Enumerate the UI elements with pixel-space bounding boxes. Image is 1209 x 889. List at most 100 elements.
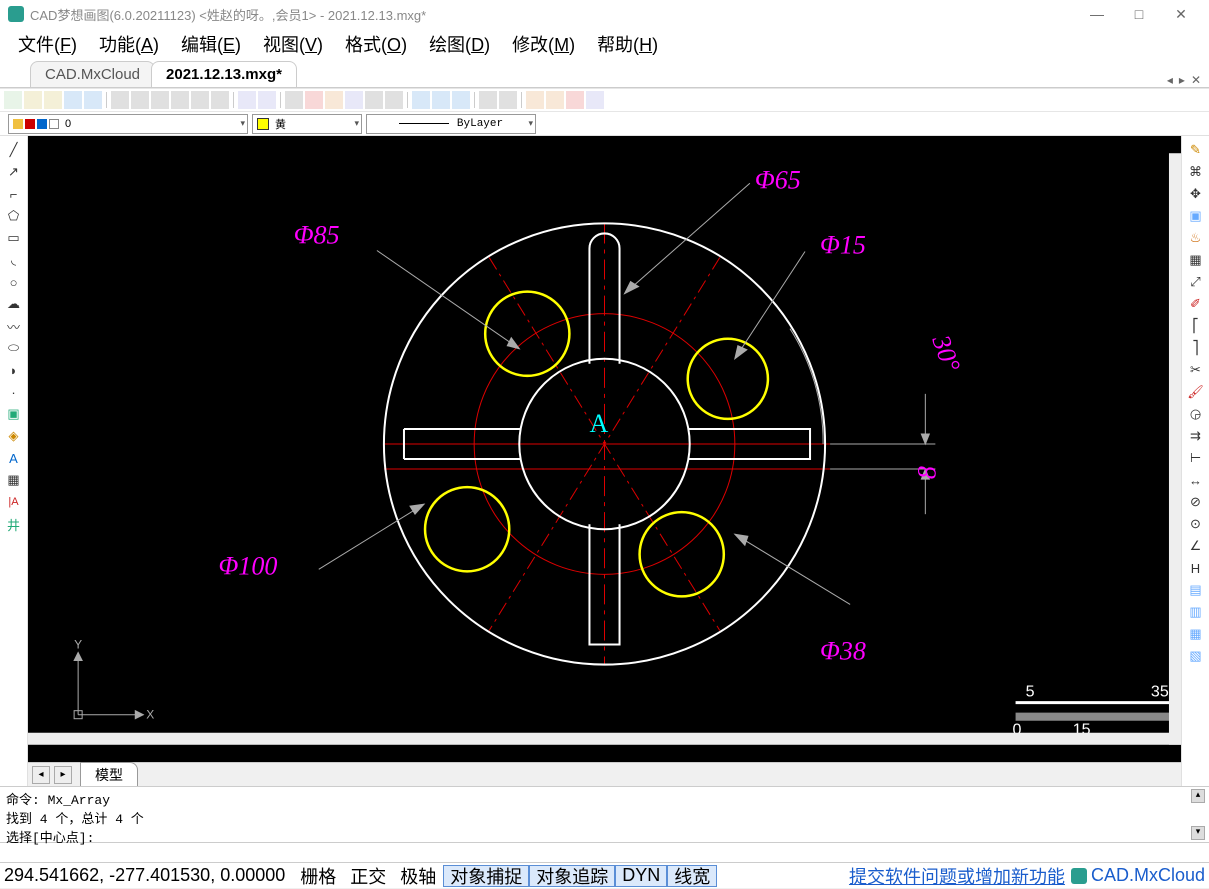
menu-modify[interactable]: 修改(M) (502, 29, 585, 59)
mtext-icon[interactable]: |A (4, 492, 24, 512)
export-icon[interactable] (586, 91, 604, 109)
tab-cloud[interactable]: CAD.MxCloud (30, 61, 155, 87)
point-icon[interactable]: · (4, 382, 24, 402)
image-icon[interactable] (546, 91, 564, 109)
break-icon[interactable]: ✂ (1186, 360, 1206, 380)
dim-linear-icon[interactable]: ⊢ (1186, 448, 1206, 468)
polyline-icon[interactable]: ⌐ (4, 184, 24, 204)
cmd-scroll-up-icon[interactable]: ▴ (1191, 789, 1205, 803)
rectangle-icon[interactable]: ▭ (4, 228, 24, 248)
zoom-window-icon[interactable] (211, 91, 229, 109)
layers-icon[interactable] (345, 91, 363, 109)
next-layout-button[interactable]: ▸ (54, 766, 72, 784)
dim-angle-icon[interactable]: ∠ (1186, 536, 1206, 556)
paint-icon[interactable]: ✐ (1186, 294, 1206, 314)
osnap-toggle[interactable]: 对象捕捉 (443, 865, 529, 887)
dim-leader-icon[interactable]: H (1186, 558, 1206, 578)
open-folder-icon[interactable] (44, 91, 62, 109)
clipboard-icon[interactable] (452, 91, 470, 109)
revision-icon[interactable]: ☁ (4, 294, 24, 314)
zoom-in-icon[interactable] (131, 91, 149, 109)
prev-layout-button[interactable]: ◂ (32, 766, 50, 784)
circle-icon[interactable]: ○ (4, 272, 24, 292)
paint2-icon[interactable]: 🖌 (1186, 382, 1206, 402)
find-icon[interactable] (285, 91, 303, 109)
zoom-out-icon[interactable] (151, 91, 169, 109)
group2-icon[interactable]: ▥ (1186, 602, 1206, 622)
insert-icon[interactable]: ◈ (4, 426, 24, 446)
menu-help[interactable]: 帮助(H) (587, 29, 668, 59)
text-icon[interactable]: A (4, 448, 24, 468)
view1-icon[interactable] (238, 91, 256, 109)
polygon-icon[interactable]: ⬠ (4, 206, 24, 226)
menu-view[interactable]: 视图(V) (253, 29, 333, 59)
new-icon[interactable] (4, 91, 22, 109)
array-icon[interactable]: ▦ (1186, 250, 1206, 270)
minimize-button[interactable]: — (1077, 2, 1117, 26)
tab-current-file[interactable]: 2021.12.13.mxg* (151, 61, 297, 87)
select-icon[interactable]: ▣ (1186, 206, 1206, 226)
copy-icon[interactable] (412, 91, 430, 109)
offset-icon[interactable]: ⇉ (1186, 426, 1206, 446)
arc-icon[interactable]: ◟ (4, 250, 24, 270)
otrack-toggle[interactable]: 对象追踪 (529, 865, 615, 887)
trim-icon[interactable]: ⎡ (1186, 316, 1206, 336)
dim-diameter-icon[interactable]: ⊙ (1186, 514, 1206, 534)
rotate-icon[interactable]: ♨ (1186, 228, 1206, 248)
ortho-toggle[interactable]: 正交 (343, 865, 393, 887)
brush2-icon[interactable]: ✎ (1186, 140, 1206, 160)
brand-label[interactable]: CAD.MxCloud (1071, 865, 1205, 886)
layer-combo[interactable]: 0 ▾ (8, 114, 248, 134)
color-combo[interactable]: 黄 ▾ (252, 114, 362, 134)
menu-edit[interactable]: 编辑(E) (171, 29, 251, 59)
undo-icon[interactable] (479, 91, 497, 109)
move-icon[interactable]: ✥ (1186, 184, 1206, 204)
hatch-icon[interactable]: 井 (4, 514, 24, 534)
spline-icon[interactable]: 〰 (4, 316, 24, 336)
ellipse-arc-icon[interactable]: ◗ (4, 360, 24, 380)
group3-icon[interactable]: ▦ (1186, 624, 1206, 644)
angle-icon[interactable] (191, 91, 209, 109)
redo-icon[interactable] (499, 91, 517, 109)
polar-toggle[interactable]: 极轴 (393, 865, 443, 887)
linetype-combo[interactable]: ByLayer ▾ (366, 114, 536, 134)
xline-icon[interactable]: ↗ (4, 162, 24, 182)
line-icon[interactable]: ╱ (4, 140, 24, 160)
open-icon[interactable] (24, 91, 42, 109)
group4-icon[interactable]: ▧ (1186, 646, 1206, 666)
menu-function[interactable]: 功能(A) (89, 29, 169, 59)
brush-icon[interactable] (305, 91, 323, 109)
tab-prev-icon[interactable]: ◂ (1167, 73, 1173, 87)
feedback-link[interactable]: 提交软件问题或增加新功能 (849, 863, 1065, 889)
clip-icon[interactable] (385, 91, 403, 109)
ellipse-icon[interactable]: ⬭ (4, 338, 24, 358)
extend-icon[interactable]: ⎤ (1186, 338, 1206, 358)
view2-icon[interactable] (258, 91, 276, 109)
dim-radius-icon[interactable]: ⊘ (1186, 492, 1206, 512)
fillet-icon[interactable]: ◶ (1186, 404, 1206, 424)
lineweight-toggle[interactable]: 线宽 (667, 865, 717, 887)
maximize-button[interactable]: □ (1119, 2, 1159, 26)
zoom-fit-icon[interactable] (111, 91, 129, 109)
scale-icon[interactable]: ⤢ (1186, 272, 1206, 292)
paste-icon[interactable] (432, 91, 450, 109)
menu-draw[interactable]: 绘图(D) (419, 29, 500, 59)
saveas-icon[interactable] (84, 91, 102, 109)
cloud-icon[interactable] (526, 91, 544, 109)
link-icon[interactable]: ⌘ (1186, 162, 1206, 182)
menu-format[interactable]: 格式(O) (335, 29, 417, 59)
model-tab[interactable]: 模型 (80, 762, 138, 788)
tab-close-icon[interactable]: ✕ (1191, 73, 1201, 87)
close-button[interactable]: ✕ (1161, 2, 1201, 26)
dim-aligned-icon[interactable]: ↔ (1186, 470, 1206, 490)
pdf-icon[interactable] (566, 91, 584, 109)
tab-next-icon[interactable]: ▸ (1179, 73, 1185, 87)
drawing-canvas[interactable]: Φ85 Φ65 Φ15 30° 8 Φ38 Φ100 A X Y (28, 136, 1181, 762)
menu-file[interactable]: 文件(F) (8, 29, 87, 59)
dyn-toggle[interactable]: DYN (615, 865, 667, 887)
table-icon[interactable]: ▦ (4, 470, 24, 490)
group-icon[interactable]: ▤ (1186, 580, 1206, 600)
pen-icon[interactable] (365, 91, 383, 109)
measure-icon[interactable] (171, 91, 189, 109)
block-icon[interactable]: ▣ (4, 404, 24, 424)
